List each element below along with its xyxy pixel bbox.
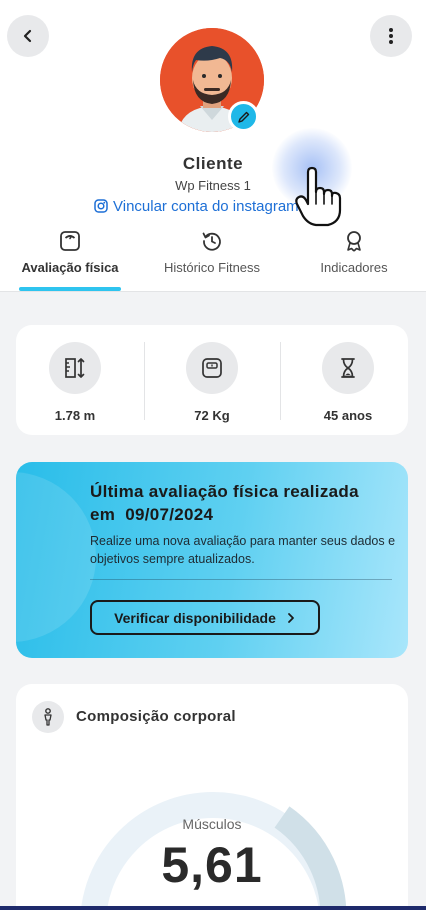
chevron-right-icon: [288, 612, 294, 623]
body-composition-card: Composição corporal Músculos 5,61: [16, 684, 408, 910]
instagram-icon: [94, 199, 108, 213]
award-icon: [347, 231, 361, 252]
tab-label: Avaliação física: [21, 260, 119, 275]
stats-card: 1.78 m 72 Kg 45 anos: [16, 325, 408, 435]
body-composition-title: Composição corporal: [76, 708, 236, 725]
edit-avatar-button[interactable]: [228, 101, 259, 132]
scale-icon: [60, 231, 80, 251]
stat-age: 45 anos: [283, 342, 413, 423]
last-evaluation-date: em 09/07/2024: [90, 505, 214, 524]
body-composition-icon-circle: [32, 701, 64, 733]
company-name: Wp Fitness 1: [175, 178, 251, 193]
more-vertical-icon: [389, 28, 393, 44]
stat-height: 1.78 m: [10, 342, 140, 423]
last-evaluation-title-line: Última avaliação física realizada: [90, 482, 359, 501]
pencil-icon: [237, 111, 249, 123]
stat-weight: 72 Kg: [147, 342, 277, 423]
height-icon: [65, 358, 85, 378]
tab-historico-fitness[interactable]: Histórico Fitness: [150, 226, 274, 292]
check-availability-button[interactable]: Verificar disponibilidade: [90, 600, 320, 635]
tab-label: Indicadores: [320, 260, 388, 275]
divider: [90, 579, 392, 580]
divider: [280, 342, 281, 420]
more-options-button[interactable]: [370, 15, 412, 57]
stat-value: 1.78 m: [54, 408, 96, 423]
stat-icon-circle: [322, 342, 374, 394]
gauge-label: Músculos: [182, 816, 242, 832]
history-icon: [202, 232, 221, 251]
weight-scale-icon: [202, 358, 222, 378]
tab-label: Histórico Fitness: [163, 260, 261, 275]
active-tab-indicator: [19, 287, 121, 291]
bottom-system-bar: [0, 906, 426, 910]
tab-avaliacao-fisica[interactable]: Avaliação física: [10, 226, 130, 292]
profile-header: Cliente Wp Fitness 1 Vincular conta do i…: [0, 0, 426, 292]
chevron-left-icon: [23, 29, 32, 43]
instagram-link-label: Vincular conta do instagram: [113, 197, 299, 215]
link-instagram-button[interactable]: Vincular conta do instagram: [94, 195, 308, 217]
stat-value: 72 Kg: [194, 408, 230, 423]
hand-pointer-icon: [295, 166, 342, 227]
divider: [144, 342, 145, 420]
last-evaluation-card: Última avaliação física realizada em 09/…: [16, 462, 408, 658]
last-evaluation-text: Realize uma nova avaliação para manter s…: [90, 534, 396, 566]
person-icon: [44, 708, 52, 726]
last-evaluation-title: Última avaliação física realizada em 09/…: [90, 480, 390, 526]
hourglass-icon: [341, 358, 355, 378]
back-button[interactable]: [7, 15, 49, 57]
stat-value: 45 anos: [323, 408, 373, 423]
stat-icon-circle: [186, 342, 238, 394]
decorative-arc: [16, 472, 96, 642]
check-availability-label: Verificar disponibilidade: [114, 609, 276, 626]
tab-indicadores[interactable]: Indicadores: [296, 226, 412, 292]
gauge-value: 5,61: [161, 837, 263, 893]
tab-bar: Avaliação física Histórico Fitness Indic…: [0, 226, 426, 292]
stat-icon-circle: [49, 342, 101, 394]
client-name: Cliente: [182, 154, 244, 173]
